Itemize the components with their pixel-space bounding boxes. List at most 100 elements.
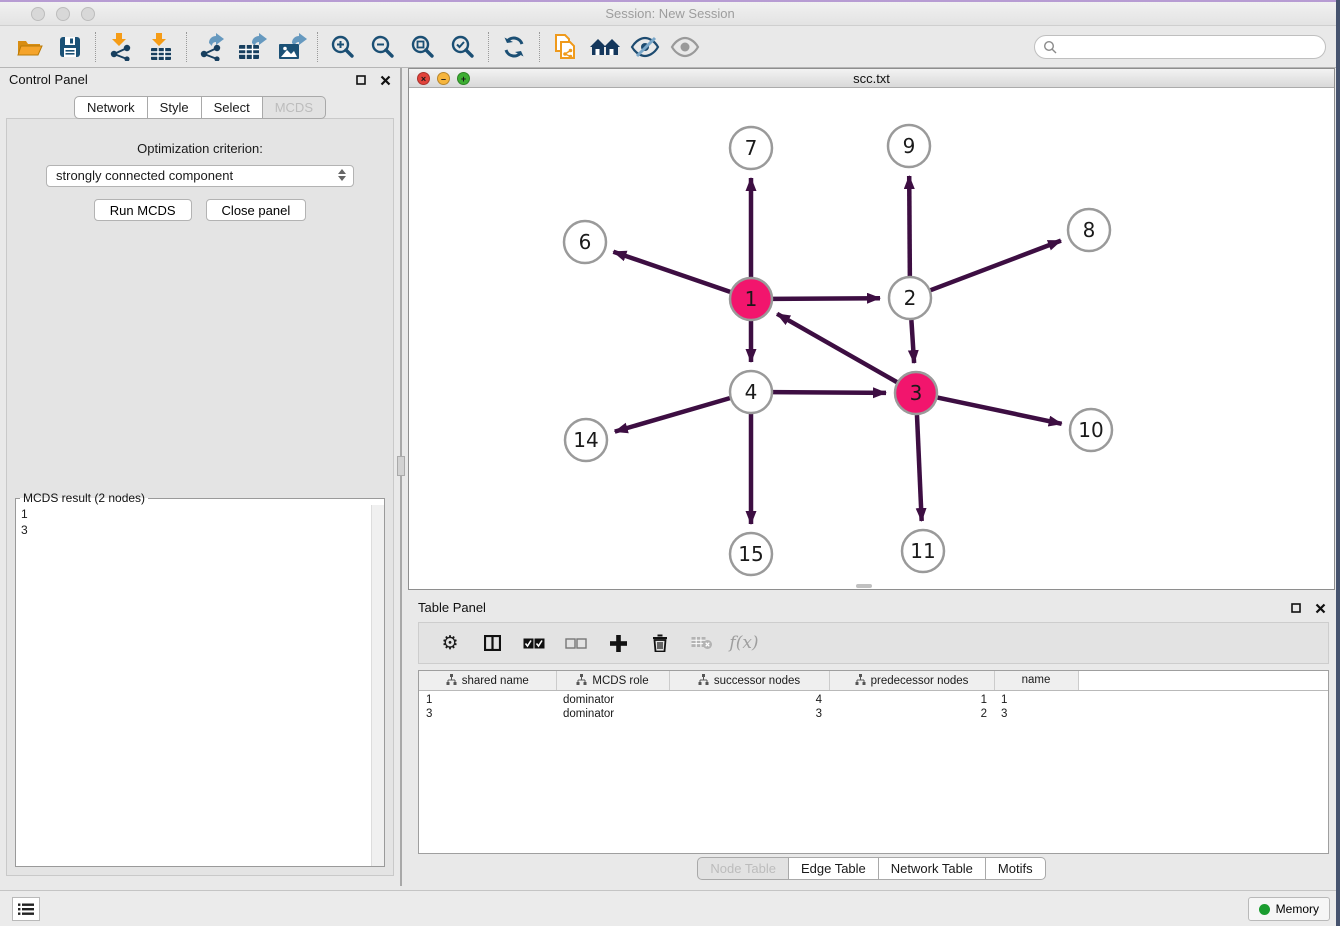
graph-edge-4-3[interactable]	[773, 392, 886, 393]
hide-graphics-details-button[interactable]	[625, 29, 665, 65]
graph-node-8[interactable]: 8	[1068, 209, 1110, 251]
graph-node-7[interactable]: 7	[730, 127, 772, 169]
graph-node-11[interactable]: 11	[902, 530, 944, 572]
import-network-button[interactable]	[101, 29, 141, 65]
graph-node-4[interactable]: 4	[730, 371, 772, 413]
graph-edge-4-14[interactable]	[615, 398, 730, 431]
export-network-button[interactable]	[192, 29, 232, 65]
memory-button[interactable]: Memory	[1248, 897, 1330, 921]
network-canvas[interactable]: 7 9 6 8 1 2 4 3 14 10 15 11	[409, 88, 1334, 589]
table-cell[interactable]: 3	[669, 706, 829, 722]
clone-network-button[interactable]	[545, 29, 585, 65]
graph-node-1[interactable]: 1	[730, 278, 772, 320]
delete-table-button[interactable]	[685, 625, 719, 661]
table-cell[interactable]: 1	[994, 690, 1078, 706]
graph-edge-3-1[interactable]	[777, 314, 897, 382]
node-table: shared nameMCDS rolesuccessor nodesprede…	[418, 670, 1329, 854]
mcds-result-title: MCDS result (2 nodes)	[20, 491, 148, 505]
window-titlebar: Session: New Session	[0, 2, 1340, 26]
table-cell[interactable]: 3	[419, 706, 556, 722]
graph-node-15[interactable]: 15	[730, 533, 772, 575]
graph-edge-1-2[interactable]	[773, 298, 880, 299]
refresh-layout-button[interactable]	[494, 29, 534, 65]
run-mcds-button[interactable]: Run MCDS	[94, 199, 192, 221]
criterion-select[interactable]: strongly connected component	[46, 165, 354, 187]
search-input[interactable]	[1062, 38, 1325, 56]
panel-divider[interactable]	[400, 68, 402, 886]
graph-edge-3-11[interactable]	[917, 415, 922, 521]
zoom-selected-button[interactable]	[443, 29, 483, 65]
export-table-button[interactable]	[232, 29, 272, 65]
graph-edge-1-6[interactable]	[613, 252, 730, 292]
show-graphics-details-button[interactable]	[665, 29, 705, 65]
tab-edge-table[interactable]: Edge Table	[789, 857, 879, 880]
graph-node-2[interactable]: 2	[889, 277, 931, 319]
tab-select[interactable]: Select	[202, 96, 263, 119]
select-all-columns-button[interactable]	[517, 625, 551, 661]
column-header-predecessor-nodes[interactable]: predecessor nodes	[829, 671, 994, 690]
graph-node-9[interactable]: 9	[888, 125, 930, 167]
task-history-button[interactable]	[12, 897, 40, 921]
tab-network[interactable]: Network	[74, 96, 148, 119]
zoom-in-button[interactable]	[323, 29, 363, 65]
table-panel: Table Panel ⚙	[408, 596, 1335, 886]
divider-handle-icon[interactable]	[397, 456, 405, 476]
result-scrollbar[interactable]	[371, 505, 384, 866]
import-table-button[interactable]	[141, 29, 181, 65]
table-settings-button[interactable]: ⚙	[433, 625, 467, 661]
graph-node-3[interactable]: 3	[895, 372, 937, 414]
zoom-fit-button[interactable]	[403, 29, 443, 65]
save-session-button[interactable]	[50, 29, 90, 65]
tab-node-table[interactable]: Node Table	[697, 857, 789, 880]
float-table-panel-button[interactable]	[1289, 601, 1303, 615]
graph-node-10[interactable]: 10	[1070, 409, 1112, 451]
graph-edge-3-10[interactable]	[938, 398, 1062, 424]
tab-style[interactable]: Style	[148, 96, 202, 119]
float-panel-button[interactable]	[354, 73, 368, 87]
deselect-all-columns-button[interactable]	[559, 625, 593, 661]
horizontal-scrollbar-thumb[interactable]	[856, 584, 872, 588]
close-panel-button[interactable]	[378, 73, 392, 87]
graph-node-14[interactable]: 14	[565, 419, 607, 461]
table-cell[interactable]: dominator	[556, 706, 669, 722]
table-row[interactable]: 1dominator411	[419, 690, 1328, 706]
home-view-button[interactable]	[585, 29, 625, 65]
add-column-button[interactable]	[601, 625, 635, 661]
close-panel-action-button[interactable]: Close panel	[206, 199, 307, 221]
delete-column-button[interactable]	[643, 625, 677, 661]
column-header-filler	[1078, 671, 1328, 690]
graph-edge-2-9[interactable]	[909, 176, 910, 276]
open-file-button[interactable]	[10, 29, 50, 65]
table-row[interactable]: 3dominator323	[419, 706, 1328, 722]
export-image-button[interactable]	[272, 29, 312, 65]
close-table-panel-button[interactable]	[1313, 601, 1327, 615]
column-header-shared-name[interactable]: shared name	[419, 671, 556, 690]
mcds-result-text[interactable]: 13	[16, 505, 371, 866]
zoom-out-button[interactable]	[363, 29, 403, 65]
graph-edge-2-8[interactable]	[931, 241, 1061, 291]
column-header-name[interactable]: name	[994, 671, 1078, 690]
table-cell[interactable]: dominator	[556, 690, 669, 706]
tab-mcds[interactable]: MCDS	[263, 96, 326, 119]
graph-node-6[interactable]: 6	[564, 221, 606, 263]
graph-edge-2-3[interactable]	[911, 320, 914, 363]
float-icon	[356, 75, 366, 85]
split-columns-button[interactable]	[475, 625, 509, 661]
column-header-successor-nodes[interactable]: successor nodes	[669, 671, 829, 690]
tab-motifs[interactable]: Motifs	[986, 857, 1046, 880]
zoom-fit-icon	[410, 34, 436, 60]
column-header-mcds-role[interactable]: MCDS role	[556, 671, 669, 690]
search-box[interactable]	[1034, 35, 1326, 59]
network-window-titlebar[interactable]: × – + scc.txt	[409, 69, 1334, 88]
tab-network-table[interactable]: Network Table	[879, 857, 986, 880]
refresh-icon	[501, 34, 527, 60]
table-cell[interactable]: 1	[419, 690, 556, 706]
import-network-icon	[108, 33, 134, 61]
table-cell[interactable]: 1	[829, 690, 994, 706]
save-icon	[58, 35, 82, 59]
function-builder-button[interactable]: f(x)	[727, 625, 761, 661]
split-columns-icon	[484, 635, 501, 651]
table-cell[interactable]: 4	[669, 690, 829, 706]
table-cell[interactable]: 3	[994, 706, 1078, 722]
table-cell[interactable]: 2	[829, 706, 994, 722]
